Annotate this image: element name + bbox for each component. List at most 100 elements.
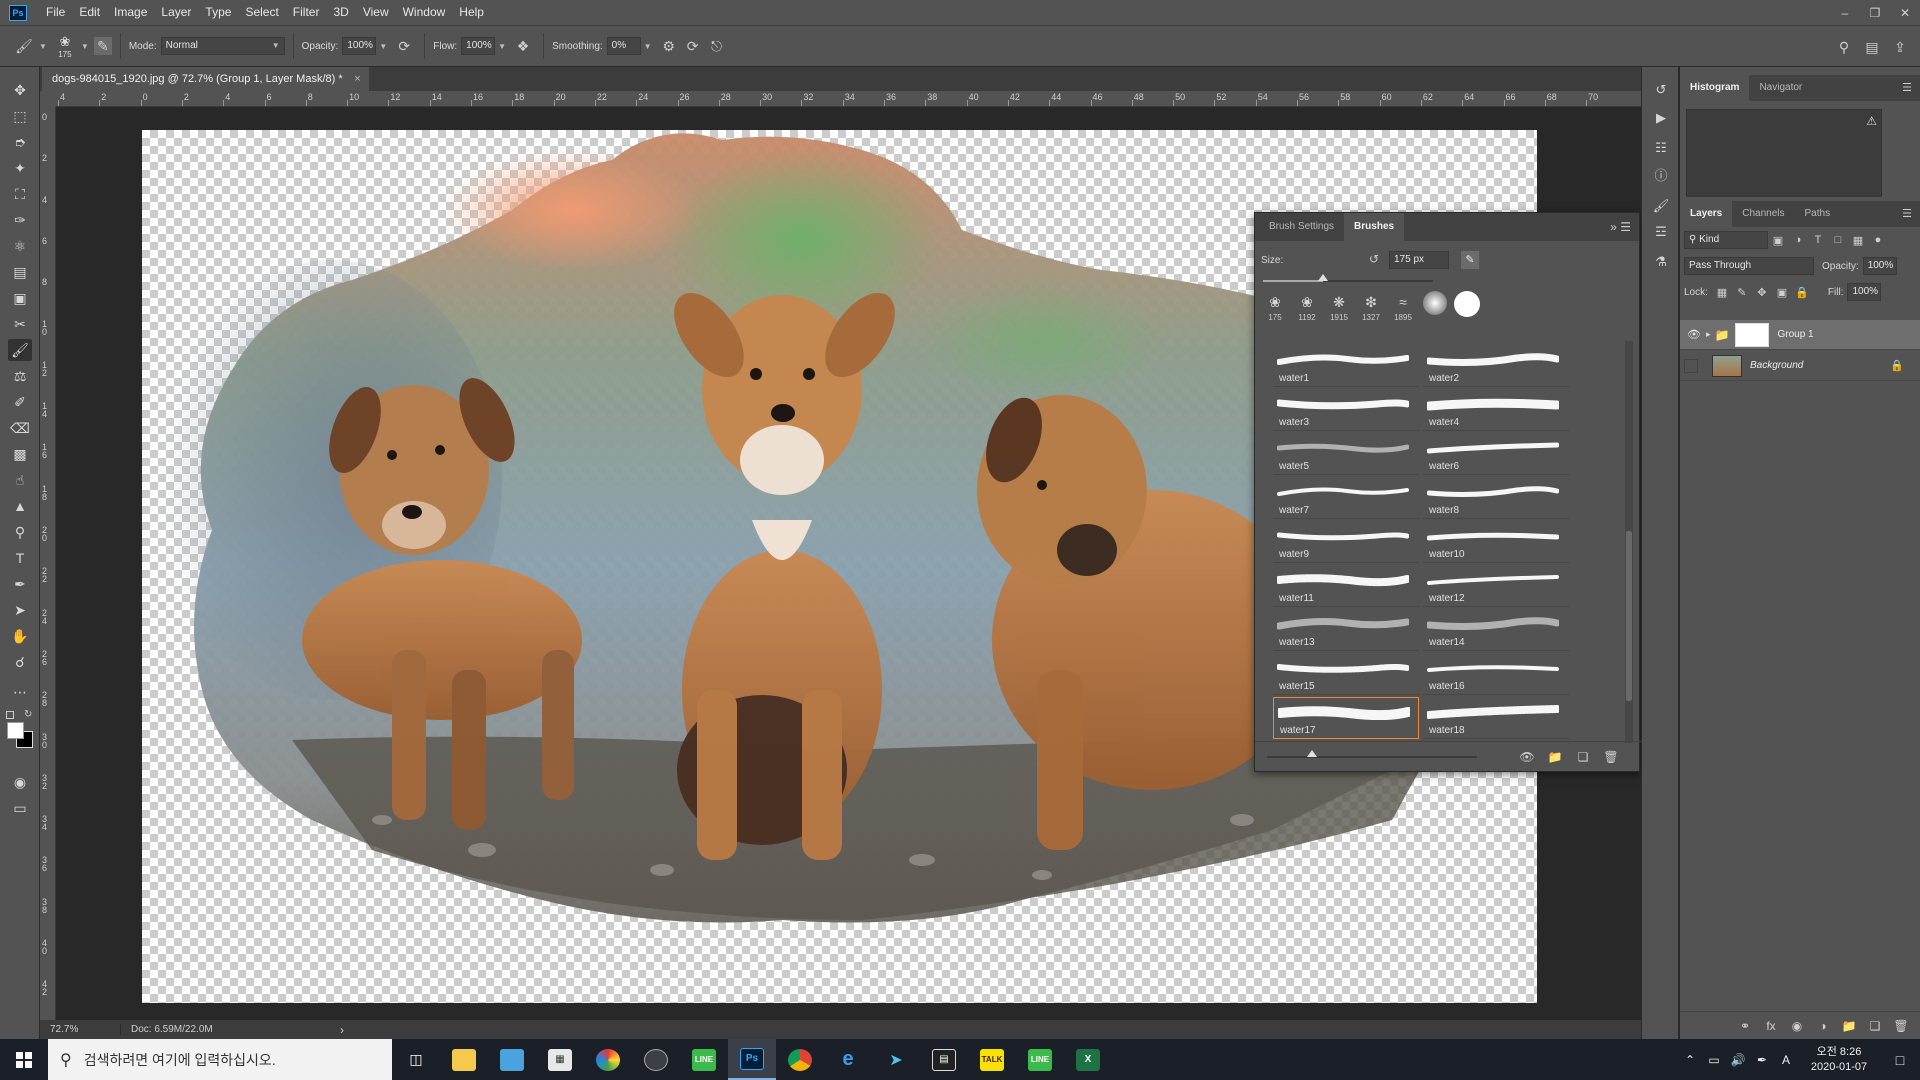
chevron-down-icon[interactable]: ▼ — [498, 42, 506, 51]
restore-icon[interactable]: ❐ — [1860, 0, 1890, 25]
preview-size-slider[interactable] — [1267, 750, 1477, 758]
pressure-size-icon[interactable]: ⟳ — [681, 34, 705, 58]
magic-wand-tool-icon[interactable]: ✦ — [8, 157, 32, 179]
photoshop-taskbar-icon[interactable]: Ps — [728, 1039, 776, 1080]
menu-3d[interactable]: 3D — [326, 0, 355, 25]
menu-select[interactable]: Select — [238, 0, 285, 25]
panel-menu-icon[interactable]: ☰ — [1902, 81, 1912, 94]
recent-brush[interactable]: ❇ 1327 — [1357, 291, 1385, 329]
brush-preset-water3[interactable]: water3 — [1273, 389, 1419, 431]
layer-opacity-input[interactable]: 100% — [1862, 257, 1897, 275]
menu-file[interactable]: File — [39, 0, 72, 25]
chrome-icon[interactable] — [776, 1039, 824, 1080]
brush-preset-water5[interactable]: water5 — [1273, 433, 1419, 475]
add-mask-icon[interactable]: ◉ — [1784, 1019, 1810, 1033]
quick-mask-icon[interactable]: ◉ — [8, 771, 32, 793]
brush-preset-water6[interactable]: water6 — [1423, 433, 1569, 475]
brush-preset-water14[interactable]: water14 — [1423, 609, 1569, 651]
pen-icon[interactable]: ✒ — [1750, 1053, 1774, 1067]
info-icon[interactable]: ⓘ — [1649, 163, 1673, 185]
swap-colors-icon[interactable]: ↻ — [24, 709, 32, 720]
status-arrow-icon[interactable]: › — [340, 1023, 344, 1037]
filter-kind-select[interactable]: ⚲ Kind — [1684, 231, 1768, 249]
brush-preset-water15[interactable]: water15 — [1273, 653, 1419, 695]
history-brush-tool-icon[interactable]: ✐ — [8, 391, 32, 413]
brush-preset-water2[interactable]: water2 — [1423, 345, 1569, 387]
hand-tool-icon[interactable]: ✋ — [8, 625, 32, 647]
close-icon[interactable]: ✕ — [1890, 0, 1920, 25]
gear-icon[interactable]: ⚙ — [657, 34, 681, 58]
crop-tool-icon[interactable]: ⛶ — [8, 183, 32, 205]
lock-transparency-icon[interactable]: ▦ — [1712, 283, 1732, 301]
new-brush-icon[interactable]: ❏ — [1573, 748, 1593, 766]
recent-brush[interactable]: ❋ 1915 — [1325, 291, 1353, 329]
smoothing-input[interactable]: 0% — [606, 37, 641, 55]
gradient-tool-icon[interactable]: ▩ — [8, 443, 32, 465]
healing-brush-tool-icon[interactable]: ⚛ — [8, 235, 32, 257]
menu-type[interactable]: Type — [198, 0, 238, 25]
lasso-tool-icon[interactable]: ➮ — [8, 131, 32, 153]
path-selection-tool-icon[interactable]: ➤ — [8, 599, 32, 621]
menu-view[interactable]: View — [356, 0, 396, 25]
properties-icon[interactable]: ☷ — [1649, 137, 1673, 159]
layer-row-group-1[interactable]: 👁 ▸ 📁 Group 1 — [1680, 320, 1920, 350]
reset-icon[interactable]: ↺ — [1369, 252, 1379, 266]
brush-preset-water7[interactable]: water7 — [1273, 477, 1419, 519]
warning-icon[interactable]: ⚠ — [1866, 114, 1877, 128]
opacity-input[interactable]: 100% — [342, 37, 377, 55]
scissors-tool-icon[interactable]: ✂ — [8, 313, 32, 335]
history-icon[interactable]: ↺ — [1649, 79, 1673, 101]
symmetry-icon[interactable]: ⎋ — [705, 34, 729, 58]
shape-filter-icon[interactable]: □ — [1828, 231, 1848, 249]
preview-size-thumb[interactable] — [1307, 750, 1317, 757]
clock[interactable]: 오전 8:26 2020-01-07 — [1798, 1045, 1880, 1075]
chevron-down-icon[interactable]: ▼ — [644, 42, 652, 51]
new-group-icon[interactable]: 📁 — [1545, 748, 1565, 766]
pen-tool-icon[interactable]: ✒ — [8, 573, 32, 595]
flow-input[interactable]: 100% — [461, 37, 496, 55]
blend-mode-select[interactable]: Pass Through — [1684, 257, 1814, 275]
taskbar-search[interactable]: ⚲ 검색하려면 여기에 입력하십시오. — [48, 1039, 392, 1080]
brush-preset-water1[interactable]: water1 — [1273, 345, 1419, 387]
chevron-right-icon[interactable]: ▸ — [1706, 329, 1711, 340]
clone-stamp-tool-icon[interactable]: ⚖ — [8, 365, 32, 387]
notification-icon[interactable]: □ — [1880, 1052, 1920, 1068]
delete-icon[interactable]: 🗑 — [1888, 1019, 1914, 1033]
ruler-corner[interactable] — [40, 91, 56, 107]
panel-menu-icon[interactable]: » ☰ — [1610, 220, 1631, 234]
ime-indicator[interactable]: A — [1774, 1053, 1798, 1067]
tab-histogram[interactable]: Histogram — [1680, 75, 1750, 101]
brush-tool-preset-icon[interactable]: 🖌 — [12, 34, 36, 58]
dodge-tool-icon[interactable]: ⚲ — [8, 521, 32, 543]
brush-settings-icon[interactable]: 🖌 — [1649, 195, 1673, 217]
close-icon[interactable]: × — [354, 67, 360, 91]
mode-select[interactable]: Normal ▼ — [160, 37, 285, 55]
screen-mode-icon[interactable]: ▭ — [8, 797, 32, 819]
layer-thumbnail[interactable] — [1712, 354, 1742, 377]
type-filter-icon[interactable]: T — [1808, 231, 1828, 249]
size-slider-thumb[interactable] — [1317, 274, 1328, 281]
ruler-horizontal[interactable]: 4 2 0 2 4 6 8 10 12 14 16 18 20 22 24 26 28 30 32 34 36 38 40 4… — [56, 91, 1641, 107]
color-app-icon[interactable] — [584, 1039, 632, 1080]
minimize-icon[interactable]: – — [1830, 0, 1860, 25]
more-tools-icon[interactable]: ⋯ — [8, 681, 32, 703]
marquee-tool-icon[interactable]: ⬚ — [8, 105, 32, 127]
patch-tool-icon[interactable]: ▤ — [8, 261, 32, 283]
workspace-icon[interactable]: ▤ — [1860, 35, 1884, 59]
brush-preset-water9[interactable]: water9 — [1273, 521, 1419, 563]
link-layers-icon[interactable]: ⚭ — [1732, 1019, 1758, 1033]
menu-window[interactable]: Window — [396, 0, 453, 25]
move-tool-icon[interactable]: ✥ — [8, 79, 32, 101]
menu-layer[interactable]: Layer — [154, 0, 198, 25]
brush-list-scrollbar[interactable] — [1625, 341, 1633, 743]
type-tool-icon[interactable]: T — [8, 547, 32, 569]
lock-all-icon[interactable]: 🔒 — [1792, 283, 1812, 301]
calculator-icon[interactable]: ▦ — [536, 1039, 584, 1080]
fill-input[interactable]: 100% — [1847, 283, 1882, 301]
brush-preset-water10[interactable]: water10 — [1423, 521, 1569, 563]
share-icon[interactable]: ⇪ — [1888, 35, 1912, 59]
movie-app-icon[interactable]: ▤ — [920, 1039, 968, 1080]
recent-brush[interactable]: ❀ 1192 — [1293, 291, 1321, 329]
lock-artboard-icon[interactable]: ▣ — [1772, 283, 1792, 301]
actions-play-icon[interactable]: ▶ — [1649, 107, 1673, 129]
